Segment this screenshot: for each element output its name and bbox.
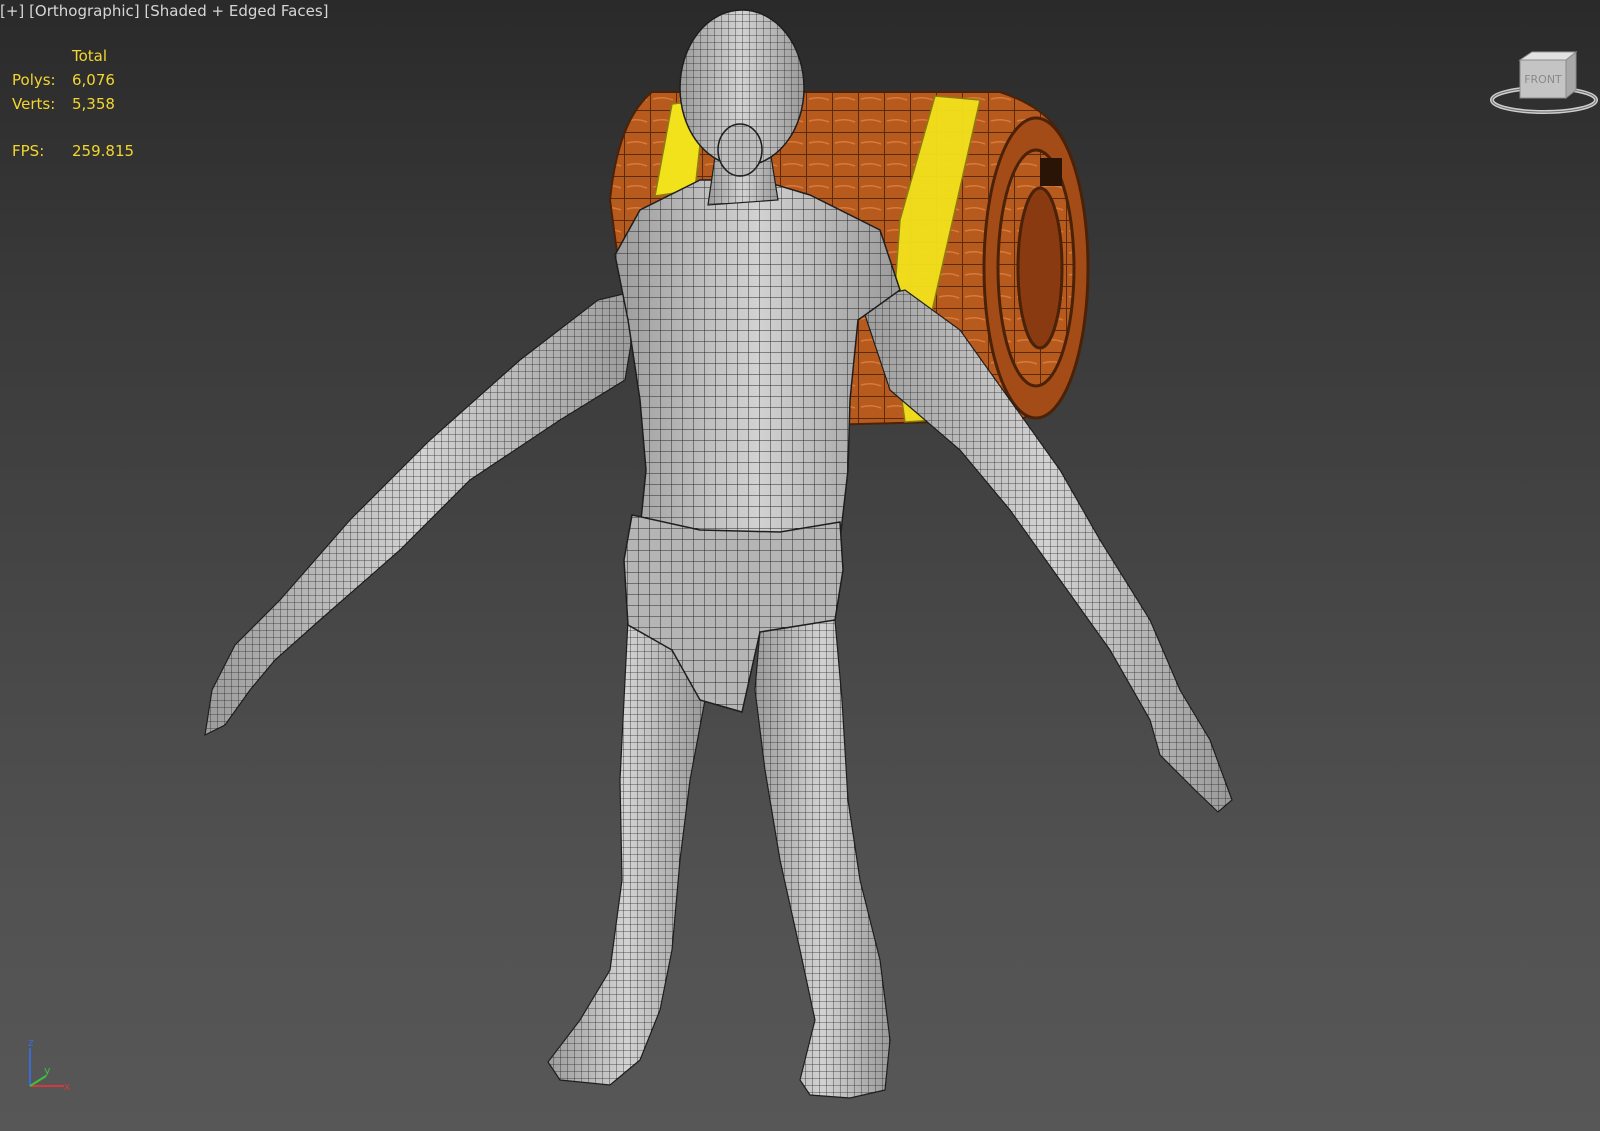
- viewcube-icon[interactable]: FRONT: [1488, 48, 1600, 120]
- verts-value: 5,358: [72, 95, 115, 113]
- stats-header: Total: [72, 47, 108, 65]
- viewport-orthographic[interactable]: [+] [Orthographic] [Shaded + Edged Faces…: [0, 0, 1600, 1131]
- axis-x-label: x: [64, 1080, 71, 1093]
- axis-z-label: z: [28, 1036, 34, 1049]
- viewport-shading-menu[interactable]: [Shaded + Edged Faces]: [144, 2, 328, 20]
- viewport-view-menu[interactable]: [Orthographic]: [29, 2, 140, 20]
- statistics-overlay: Total Polys: 6,076 Verts: 5,358 FPS: 259…: [12, 44, 162, 163]
- character-mesh[interactable]: [204, 9, 1233, 1099]
- viewport-menu-plus[interactable]: [+]: [0, 2, 24, 20]
- verts-label: Verts:: [12, 95, 56, 113]
- viewcube-face-label: FRONT: [1524, 73, 1562, 86]
- axis-y-label: y: [44, 1064, 51, 1077]
- fps-value: 259.815: [72, 142, 135, 160]
- polys-label: Polys:: [12, 71, 56, 89]
- polys-value: 6,076: [72, 71, 115, 89]
- axis-tripod-icon: z y x: [28, 1036, 71, 1093]
- scene-render[interactable]: [0, 0, 1600, 1131]
- fps-label: FPS:: [12, 142, 45, 160]
- viewport-label[interactable]: [+] [Orthographic] [Shaded + Edged Faces…: [0, 2, 329, 22]
